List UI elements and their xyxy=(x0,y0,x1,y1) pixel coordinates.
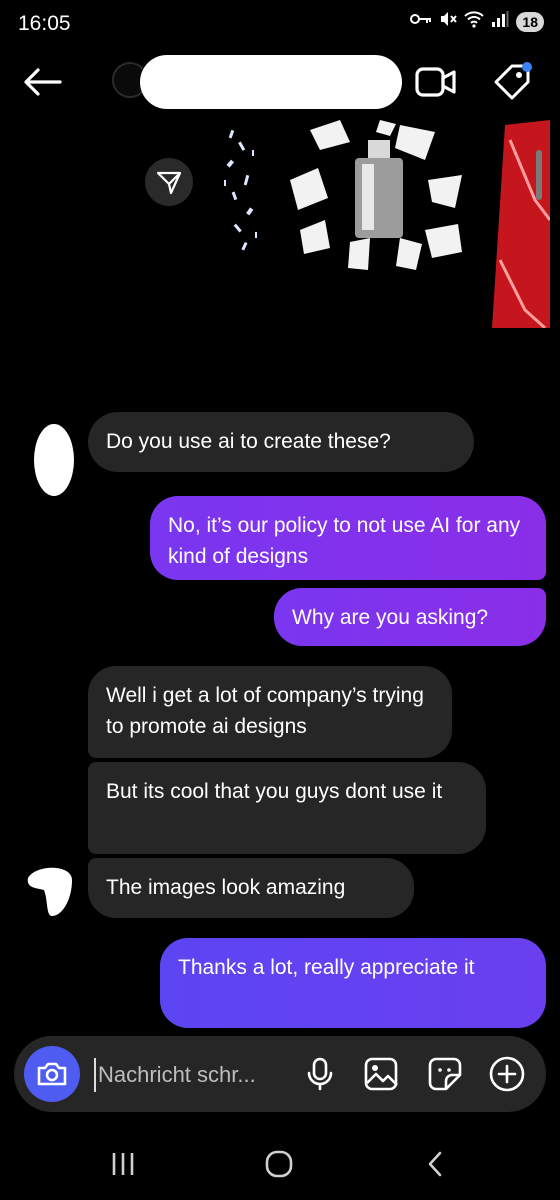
shared-post-image[interactable] xyxy=(200,120,550,328)
perfume-bottle xyxy=(355,140,403,238)
recent-apps-button[interactable] xyxy=(98,1144,148,1184)
light-sparkles xyxy=(224,129,257,251)
wifi-icon xyxy=(464,10,485,33)
message-input[interactable] xyxy=(94,1058,290,1092)
sender-avatar-redaction[interactable] xyxy=(28,418,80,498)
plus-icon xyxy=(489,1056,525,1092)
message-incoming[interactable]: But its cool that you guys dont use it xyxy=(88,762,486,854)
message-outgoing[interactable]: No, it’s our policy to not use AI for an… xyxy=(150,496,546,580)
message-outgoing[interactable]: Why are you asking? xyxy=(274,588,546,646)
gallery-button[interactable] xyxy=(360,1054,402,1094)
send-icon xyxy=(156,171,182,195)
voice-message-button[interactable] xyxy=(300,1054,340,1094)
arrow-left-icon xyxy=(24,68,62,96)
mute-icon xyxy=(439,10,458,33)
message-incoming[interactable]: Well i get a lot of company’s trying to … xyxy=(88,666,452,758)
notification-dot xyxy=(522,62,532,72)
status-icons: 18 xyxy=(410,10,544,33)
system-back-button[interactable] xyxy=(410,1144,460,1184)
red-panel xyxy=(492,120,550,328)
recent-apps-icon xyxy=(112,1153,134,1175)
tag-button[interactable] xyxy=(490,60,534,104)
message-incoming[interactable]: Do you use ai to create these? xyxy=(88,412,474,472)
contact-name-redaction[interactable] xyxy=(140,55,402,109)
video-camera-icon xyxy=(415,67,456,97)
microphone-icon xyxy=(307,1057,333,1091)
back-button[interactable] xyxy=(18,62,66,102)
sender-avatar-redaction[interactable] xyxy=(22,860,78,920)
camera-icon xyxy=(37,1062,67,1086)
battery-badge: 18 xyxy=(516,11,544,32)
back-icon xyxy=(428,1151,442,1177)
message-outgoing[interactable]: Thanks a lot, really appreciate it xyxy=(160,938,546,1028)
share-post-button[interactable] xyxy=(145,158,193,206)
sticker-icon xyxy=(428,1057,462,1091)
more-actions-button[interactable] xyxy=(486,1054,528,1094)
home-button[interactable] xyxy=(254,1144,304,1184)
sticker-button[interactable] xyxy=(424,1054,466,1094)
camera-button[interactable] xyxy=(24,1046,80,1102)
signal-icon xyxy=(491,11,509,32)
message-incoming[interactable]: The images look amazing xyxy=(88,858,414,918)
status-time: 16:05 xyxy=(18,12,71,35)
home-icon xyxy=(265,1150,293,1178)
key-icon xyxy=(410,12,432,31)
gallery-icon xyxy=(364,1057,398,1091)
video-call-button[interactable] xyxy=(414,62,458,102)
